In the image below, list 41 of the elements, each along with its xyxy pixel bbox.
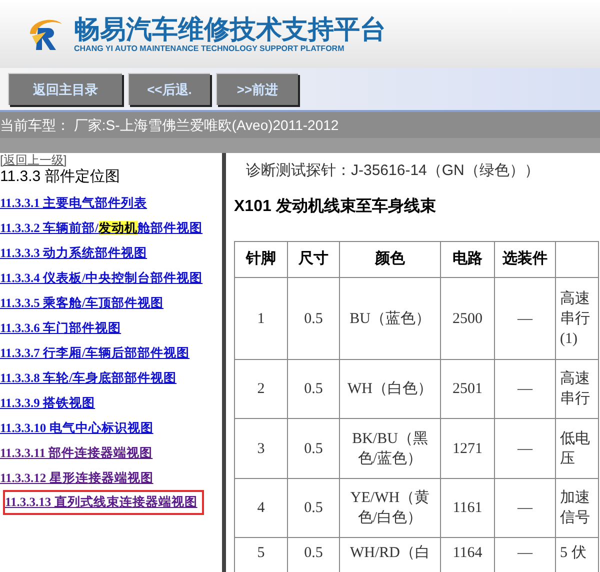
table-cell: 4 — [234, 478, 288, 538]
table-cell: 3 — [234, 418, 288, 478]
current-model-text: 当前车型： 厂家:S-上海雪佛兰爱唯欧(Aveo)2011-2012 — [0, 112, 600, 138]
table-cell: WH（白色） — [340, 360, 440, 418]
section-link[interactable]: 11.3.3.1 主要电气部件列表 — [0, 194, 148, 213]
table-cell: 0.5 — [288, 360, 340, 418]
table-cell: — — [494, 360, 556, 418]
section-heading: 11.3.3 部件定位图 — [0, 167, 121, 187]
table-cell: — — [494, 418, 556, 478]
column-header: 电路 — [440, 242, 494, 278]
table-cell: 2501 — [440, 360, 494, 418]
table-cell: — — [494, 278, 556, 360]
column-header: 选装件 — [494, 242, 556, 278]
table-cell: 0.5 — [288, 278, 340, 360]
probe-text: 诊断测试探针：J-35616-14（GN（绿色）） — [245, 161, 540, 181]
table-cell: 1161 — [440, 478, 494, 538]
site-title: 畅易汽车维修技术支持平台 — [74, 14, 386, 44]
site-subtitle: CHANG YI AUTO MAINTENANCE TECHNOLOGY SUPPORT PLATFORM — [74, 44, 346, 54]
table-cell: — — [494, 478, 556, 538]
table-cell: 加速信号 — [556, 478, 598, 538]
table-cell: 0.5 — [288, 418, 340, 478]
table-cell: BK/BU（黑色/蓝色） — [340, 418, 440, 478]
table-cell: BU（蓝色） — [340, 278, 440, 360]
column-header: 针脚 — [234, 242, 288, 278]
table-cell: 0.5 — [288, 478, 340, 538]
table-cell: 高速串行 — [556, 360, 598, 418]
section-link[interactable]: 11.3.3.5 乘客舱/车顶部件视图 — [0, 294, 164, 313]
table-cell: 1271 — [440, 418, 494, 478]
connector-title: X101 发动机线束至车身线束 — [234, 197, 437, 217]
table-cell: 2500 — [440, 278, 494, 360]
table-cell: 低电压 — [556, 418, 598, 478]
table-cell: 1 — [234, 278, 288, 360]
table-cell: 2 — [234, 360, 288, 418]
table-cell: 高速串行(1) — [556, 278, 598, 360]
table-cell: 5 — [234, 538, 288, 572]
back-link[interactable]: [返回上一级] — [0, 153, 67, 167]
section-link[interactable]: 11.3.3.9 搭铁视图 — [0, 394, 96, 413]
table-cell: YE/WH（黄色/白色） — [340, 478, 440, 538]
column-header: 颜色 — [340, 242, 440, 278]
column-header: 尺寸 — [288, 242, 340, 278]
section-link[interactable]: 11.3.3.3 动力系统部件视图 — [0, 244, 148, 263]
